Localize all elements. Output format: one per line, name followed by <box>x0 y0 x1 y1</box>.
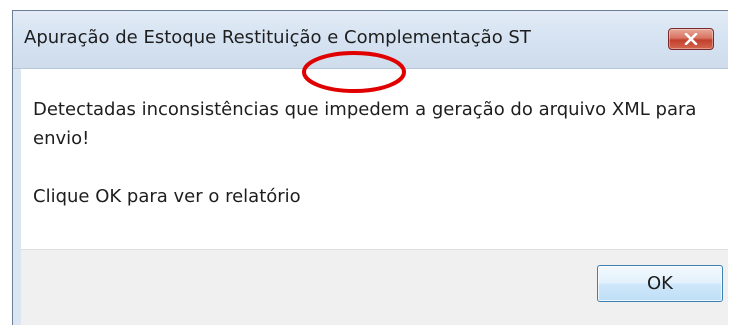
dialog-titlebar[interactable]: Apuração de Estoque Restituição e Comple… <box>13 11 728 69</box>
message-instruction: Clique OK para ver o relatório <box>33 186 301 207</box>
close-button[interactable] <box>668 28 714 50</box>
message-text: Detectadas inconsistências que impedem a… <box>33 99 697 149</box>
close-icon <box>684 33 698 45</box>
message-dialog: Apuração de Estoque Restituição e Comple… <box>12 10 728 325</box>
dialog-button-bar: OK <box>21 249 728 325</box>
dialog-message: Detectadas inconsistências que impedem a… <box>33 95 723 211</box>
ok-button[interactable]: OK <box>597 265 723 302</box>
dialog-content: Detectadas inconsistências que impedem a… <box>21 69 728 249</box>
dialog-title: Apuração de Estoque Restituição e Comple… <box>24 27 531 48</box>
